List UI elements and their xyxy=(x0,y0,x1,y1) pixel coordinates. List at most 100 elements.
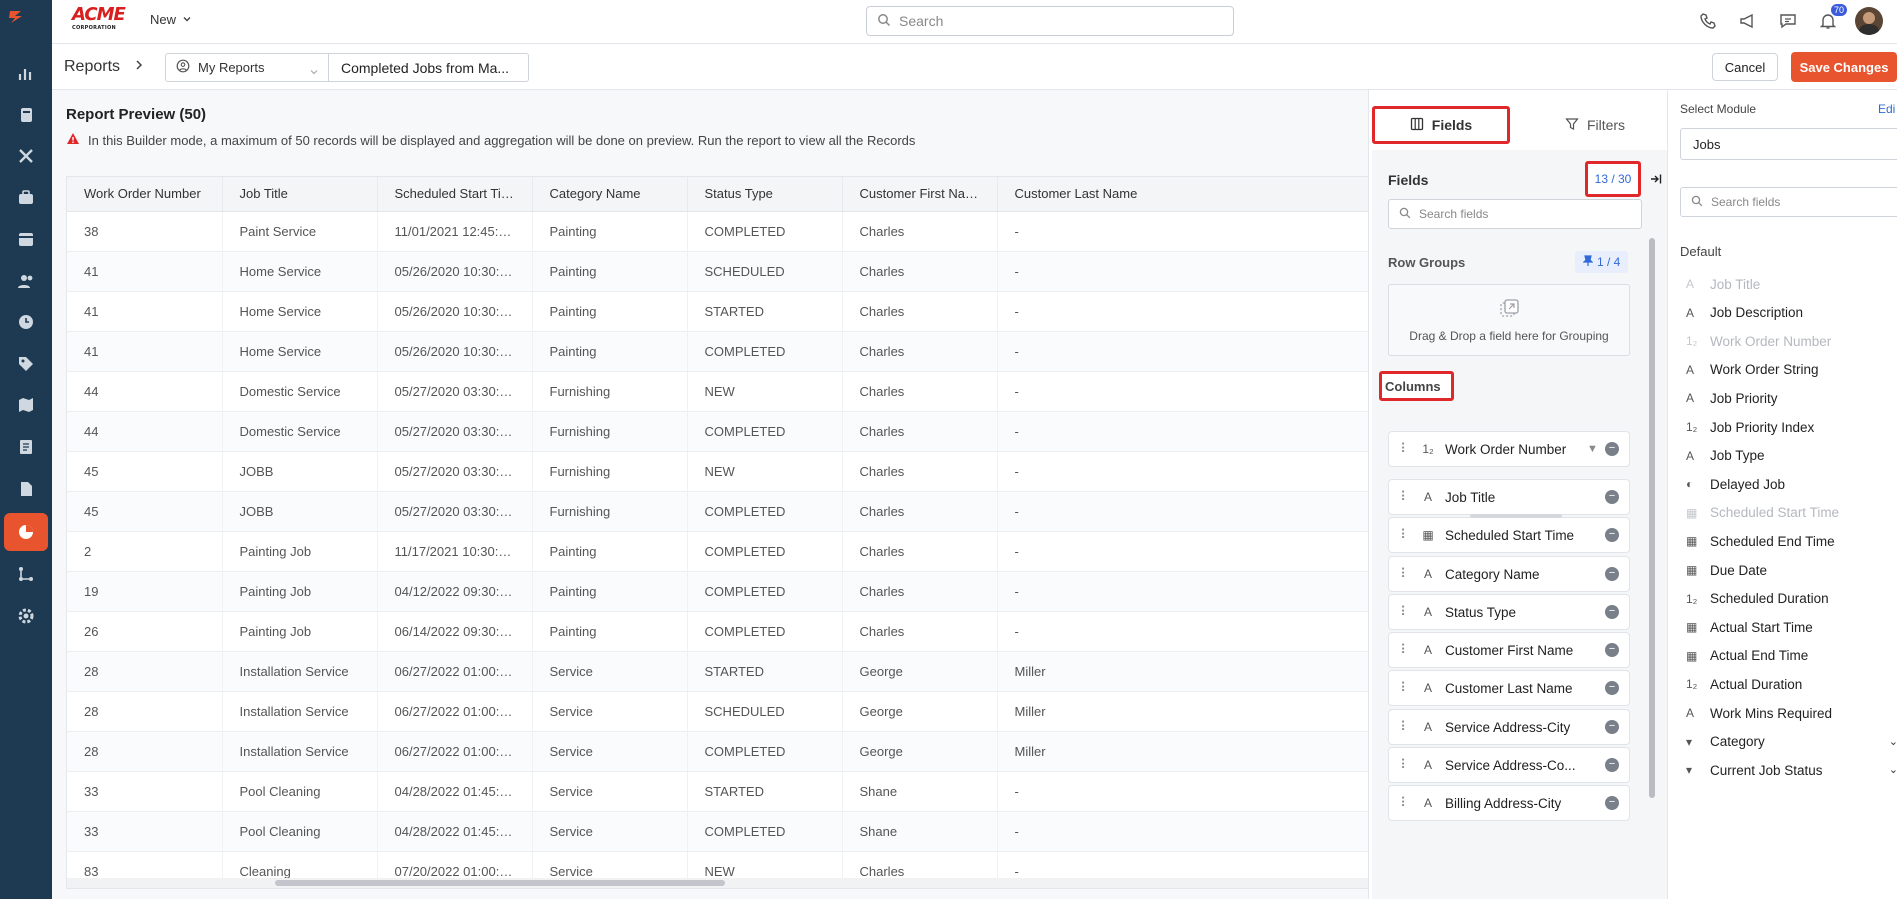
drag-handle-icon[interactable]: ⠇ xyxy=(1393,566,1417,582)
nav-users-icon[interactable] xyxy=(4,262,48,300)
column-header[interactable]: Scheduled Start Time xyxy=(377,177,533,212)
module-field-item[interactable]: A Job Type xyxy=(1686,445,1897,467)
column-item[interactable]: ⠇ A Job Title − xyxy=(1388,479,1630,515)
remove-icon[interactable]: − xyxy=(1605,681,1619,695)
chevron-down-icon[interactable]: ⌄ xyxy=(1889,763,1897,776)
tab-fields[interactable]: Fields xyxy=(1372,106,1510,144)
module-field-item[interactable]: ▾ Current Job Status ⌄ xyxy=(1686,759,1897,781)
drag-handle-icon[interactable]: ⠇ xyxy=(1393,680,1417,696)
module-field-item[interactable]: ▦ Actual End Time xyxy=(1686,645,1897,667)
cancel-button[interactable]: Cancel xyxy=(1712,53,1778,81)
module-fields-search-input[interactable]: Search fields xyxy=(1680,187,1897,217)
column-item[interactable]: ⠇ A Service Address-City − xyxy=(1388,709,1630,745)
column-header[interactable]: Customer Last Name xyxy=(997,177,1371,212)
column-header[interactable]: Work Order Number xyxy=(67,177,223,212)
phone-icon[interactable] xyxy=(1695,8,1721,34)
column-header[interactable]: Category Name xyxy=(532,177,688,212)
column-item[interactable]: ⠇ A Customer First Name − xyxy=(1388,632,1630,668)
app-logo-icon[interactable] xyxy=(6,6,46,46)
breadcrumb-reports[interactable]: Reports xyxy=(64,58,120,76)
edit-link[interactable]: Edi xyxy=(1878,102,1895,116)
column-item[interactable]: ⠇ A Status Type − xyxy=(1388,594,1630,630)
nav-documents-icon[interactable] xyxy=(4,96,48,134)
nav-tools-icon[interactable] xyxy=(4,137,48,175)
column-item[interactable]: ⠇ ▦ Scheduled Start Time − xyxy=(1388,517,1630,553)
pin-icon[interactable]: ▼ xyxy=(1587,443,1601,455)
module-field-item[interactable]: 1₂ Scheduled Duration xyxy=(1686,588,1897,610)
user-avatar[interactable] xyxy=(1855,7,1883,35)
module-field-item[interactable]: A Work Mins Required xyxy=(1686,702,1897,724)
drag-handle-icon[interactable]: ⠇ xyxy=(1393,489,1417,505)
module-field-item[interactable]: ▦ Scheduled Start Time xyxy=(1686,502,1897,524)
report-name-field[interactable]: Completed Jobs from Ma... xyxy=(329,53,529,82)
column-item[interactable]: ⠇ A Billing Address-City − xyxy=(1388,785,1630,821)
new-menu-button[interactable]: New xyxy=(150,12,192,27)
drag-handle-icon[interactable]: ⠇ xyxy=(1393,757,1417,773)
column-item[interactable]: ⠇ A Service Address-Co... − xyxy=(1388,747,1630,783)
remove-icon[interactable]: − xyxy=(1605,490,1619,504)
column-item[interactable]: ⠇ A Category Name − xyxy=(1388,556,1630,592)
nav-clock-icon[interactable] xyxy=(4,303,48,341)
table-cell: 11/17/2021 10:30:00 PM xyxy=(377,531,533,572)
fields-search-input[interactable]: Search fields xyxy=(1388,199,1642,229)
column-header[interactable]: Job Title xyxy=(222,177,378,212)
fields-scrollbar[interactable] xyxy=(1648,228,1656,899)
module-field-item[interactable]: 1₂ Job Priority Index xyxy=(1686,416,1897,438)
column-header[interactable]: Status Type xyxy=(687,177,843,212)
remove-icon[interactable]: − xyxy=(1605,720,1619,734)
remove-icon[interactable]: − xyxy=(1605,528,1619,542)
remove-icon[interactable]: − xyxy=(1605,605,1619,619)
module-field-item[interactable]: 1₂ Actual Duration xyxy=(1686,673,1897,695)
module-field-item[interactable]: ◐ Delayed Job xyxy=(1686,473,1897,495)
megaphone-icon[interactable] xyxy=(1735,8,1761,34)
brand-logo[interactable]: ACME CORPORATION xyxy=(72,6,130,32)
remove-icon[interactable]: − xyxy=(1605,796,1619,810)
horizontal-scrollbar[interactable] xyxy=(67,878,1371,888)
module-field-item[interactable]: A Work Order String xyxy=(1686,359,1897,381)
drag-handle-icon[interactable]: ⠇ xyxy=(1393,604,1417,620)
grouping-dropzone[interactable]: Drag & Drop a field here for Grouping xyxy=(1388,284,1630,356)
drag-handle-icon[interactable]: ⠇ xyxy=(1393,441,1417,457)
drag-handle-icon[interactable]: ⠇ xyxy=(1393,795,1417,811)
drag-handle-icon[interactable]: ⠇ xyxy=(1393,527,1417,543)
chevron-down-icon[interactable]: ⌄ xyxy=(1889,735,1897,748)
nav-reports-icon[interactable] xyxy=(4,513,48,551)
nav-map-icon[interactable] xyxy=(4,386,48,424)
nav-calendar-icon[interactable] xyxy=(4,220,48,258)
module-field-item[interactable]: A Job Description xyxy=(1686,302,1897,324)
remove-icon[interactable]: − xyxy=(1605,567,1619,581)
nav-workflow-icon[interactable] xyxy=(4,555,48,593)
remove-icon[interactable]: − xyxy=(1605,758,1619,772)
module-field-item[interactable]: 1₂ Work Order Number xyxy=(1686,330,1897,352)
drag-handle-icon[interactable]: ⠇ xyxy=(1393,642,1417,658)
table-cell: Installation Service xyxy=(222,651,378,692)
tab-filters[interactable]: Filters xyxy=(1529,106,1661,144)
drag-handle-icon[interactable]: ⠇ xyxy=(1393,719,1417,735)
module-field-item[interactable]: ▾ Category ⌄ xyxy=(1686,731,1897,753)
nav-analytics-icon[interactable] xyxy=(4,55,48,93)
table-cell: - xyxy=(997,531,1371,572)
text-icon: A xyxy=(1686,277,1695,291)
nav-briefcase-icon[interactable] xyxy=(4,179,48,217)
nav-invoice-icon[interactable] xyxy=(4,428,48,466)
folder-select[interactable]: My Reports xyxy=(165,53,329,82)
nav-settings-icon[interactable] xyxy=(4,597,48,635)
module-field-item[interactable]: A Job Title xyxy=(1686,273,1897,295)
remove-icon[interactable]: − xyxy=(1605,643,1619,657)
nav-tag-icon[interactable] xyxy=(4,345,48,383)
save-changes-button[interactable]: Save Changes xyxy=(1791,52,1897,82)
column-item[interactable]: ⠇ 1₂ Work Order Number ▼ − xyxy=(1388,431,1630,467)
column-header[interactable]: Customer First Name xyxy=(842,177,998,212)
nav-file-icon[interactable] xyxy=(4,470,48,508)
module-field-item[interactable]: ▦ Due Date xyxy=(1686,559,1897,581)
module-field-item[interactable]: ▦ Actual Start Time xyxy=(1686,616,1897,638)
remove-icon[interactable]: − xyxy=(1605,442,1619,456)
global-search-input[interactable]: Search xyxy=(866,6,1234,36)
module-field-item[interactable]: ▦ Scheduled End Time xyxy=(1686,530,1897,552)
chat-icon[interactable] xyxy=(1775,8,1801,34)
column-item[interactable]: ⠇ A Customer Last Name − xyxy=(1388,670,1630,706)
collapse-panel-icon[interactable] xyxy=(1650,172,1662,188)
module-field-item[interactable]: A Job Priority xyxy=(1686,387,1897,409)
notification-bell-icon[interactable]: 70 xyxy=(1815,4,1847,34)
module-select[interactable]: Jobs xyxy=(1680,128,1897,160)
